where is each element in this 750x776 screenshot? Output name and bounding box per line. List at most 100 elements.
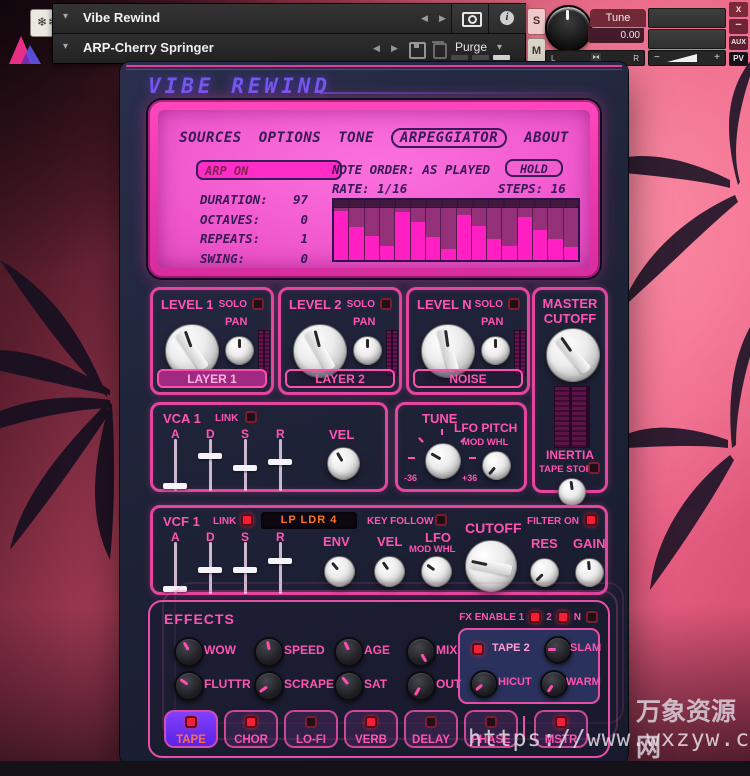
- vca-link-checkbox[interactable]: [245, 411, 257, 423]
- note-order-row[interactable]: NOTE ORDER: AS PLAYED: [332, 162, 490, 177]
- noise-button[interactable]: NOISE: [413, 369, 523, 388]
- param-octaves[interactable]: OCTAVES:0: [200, 212, 308, 232]
- rate-value[interactable]: 1/16: [377, 181, 407, 196]
- vca-decay-slider[interactable]: [198, 439, 222, 491]
- mute-button[interactable]: M: [527, 38, 546, 65]
- layer2-button[interactable]: LAYER 2: [285, 369, 395, 388]
- next-library-icon[interactable]: ▶: [439, 13, 446, 24]
- param-value[interactable]: 0: [300, 212, 308, 227]
- level2-solo-checkbox[interactable]: [380, 298, 392, 310]
- param-value[interactable]: 1: [300, 231, 308, 246]
- arp-step-column[interactable]: [457, 207, 472, 260]
- prev-library-icon[interactable]: ◀: [421, 13, 428, 24]
- arp-step-column[interactable]: [548, 207, 563, 260]
- fx-tab-chorus[interactable]: CHOR: [224, 710, 278, 748]
- arp-step-column[interactable]: [472, 207, 487, 260]
- warm-knob[interactable]: [540, 670, 568, 698]
- steps-value[interactable]: 16: [551, 181, 566, 196]
- fx-delay-checkbox[interactable]: [425, 716, 437, 728]
- fx-verb-checkbox[interactable]: [365, 716, 377, 728]
- fx-enable-2-checkbox[interactable]: [557, 611, 569, 623]
- save-snapshot-icon[interactable]: [409, 42, 426, 59]
- collapse-library-icon[interactable]: ▾: [63, 11, 68, 22]
- tape-stop-checkbox[interactable]: [588, 462, 600, 474]
- delete-snapshot-icon[interactable]: [433, 43, 447, 59]
- steps-row[interactable]: STEPS: 16: [498, 181, 566, 196]
- fx-chorus-checkbox[interactable]: [245, 716, 257, 728]
- fx-tab-lofi[interactable]: LO-FI: [284, 710, 338, 748]
- tape2-checkbox[interactable]: [472, 643, 484, 655]
- fx-tab-delay[interactable]: DELAY: [404, 710, 458, 748]
- arp-step-column[interactable]: [334, 207, 349, 260]
- age-knob[interactable]: [334, 637, 364, 667]
- layer1-button[interactable]: LAYER 1: [157, 369, 267, 388]
- param-swing[interactable]: SWING:0: [200, 251, 308, 271]
- arp-on-button[interactable]: ARP ON: [196, 160, 342, 180]
- arp-step-column[interactable]: [533, 207, 548, 260]
- arp-step-column[interactable]: [395, 207, 410, 260]
- aux-button[interactable]: AUX: [729, 36, 748, 50]
- scrape-knob[interactable]: [254, 671, 284, 701]
- master-cutoff-knob[interactable]: [546, 328, 600, 382]
- snapshot-view-button[interactable]: [451, 4, 489, 33]
- next-snapshot-icon[interactable]: ▶: [391, 43, 398, 54]
- purge-menu[interactable]: Purge: [455, 40, 487, 54]
- vca-sustain-slider[interactable]: [233, 439, 257, 491]
- fx-enable-1-checkbox[interactable]: [529, 611, 541, 623]
- tab-options[interactable]: OPTIONS: [259, 130, 322, 148]
- fx-tab-verb[interactable]: VERB: [344, 710, 398, 748]
- tab-arpeggiator[interactable]: ARPEGGIATOR: [391, 128, 507, 148]
- filter-on-checkbox[interactable]: [585, 514, 597, 526]
- slam-knob[interactable]: [544, 636, 572, 664]
- fx-tape-checkbox[interactable]: [185, 716, 197, 728]
- out-knob[interactable]: [406, 671, 436, 701]
- fx-tab-tape[interactable]: TAPE: [164, 710, 218, 748]
- arp-step-column[interactable]: [365, 207, 380, 260]
- instrument-tune-knob[interactable]: [425, 443, 461, 479]
- arp-step-column[interactable]: [426, 207, 441, 260]
- tab-about[interactable]: ABOUT: [524, 130, 569, 148]
- arp-step-column[interactable]: [487, 207, 502, 260]
- wow-knob[interactable]: [174, 637, 204, 667]
- speed-knob[interactable]: [254, 637, 284, 667]
- fx-enable-n-checkbox[interactable]: [586, 611, 598, 623]
- volume-slider[interactable]: − +: [648, 50, 726, 66]
- arp-step-column[interactable]: [518, 207, 533, 260]
- close-button[interactable]: x: [729, 2, 748, 17]
- note-order-value[interactable]: AS PLAYED: [422, 162, 490, 177]
- arp-step-column[interactable]: [564, 207, 578, 260]
- param-value[interactable]: 0: [300, 251, 308, 266]
- tune-knob[interactable]: [545, 5, 592, 52]
- sat-knob[interactable]: [334, 671, 364, 701]
- purge-dropdown-icon[interactable]: ▾: [497, 42, 502, 53]
- mix-knob[interactable]: [406, 637, 436, 667]
- vca-attack-slider[interactable]: [163, 439, 187, 491]
- tune-value[interactable]: 0.00: [588, 28, 644, 43]
- vca-vel-knob[interactable]: [327, 447, 360, 480]
- levelN-pan-knob[interactable]: [481, 336, 510, 365]
- param-value[interactable]: 97: [293, 192, 308, 207]
- collapse-instrument-icon[interactable]: ▾: [63, 41, 68, 52]
- tab-sources[interactable]: SOURCES: [179, 130, 242, 148]
- param-duration[interactable]: DURATION:97: [200, 192, 308, 212]
- info-view-button[interactable]: i: [488, 4, 526, 33]
- vcf-link-checkbox[interactable]: [241, 514, 253, 526]
- inertia-knob[interactable]: [558, 478, 586, 506]
- minimize-button[interactable]: −: [729, 19, 748, 34]
- fx-lofi-checkbox[interactable]: [305, 716, 317, 728]
- hicut-knob[interactable]: [470, 670, 498, 698]
- flutter-knob[interactable]: [174, 671, 204, 701]
- arp-step-column[interactable]: [441, 207, 456, 260]
- arp-step-graph[interactable]: [332, 198, 580, 262]
- prev-snapshot-icon[interactable]: ◀: [373, 43, 380, 54]
- vca-release-slider[interactable]: [268, 439, 292, 491]
- key-follow-checkbox[interactable]: [435, 514, 447, 526]
- levelN-solo-checkbox[interactable]: [508, 298, 520, 310]
- param-repeats[interactable]: REPEATS:1: [200, 231, 308, 251]
- pv-button[interactable]: PV: [729, 52, 748, 66]
- tab-tone[interactable]: TONE: [338, 130, 374, 148]
- rate-row[interactable]: RATE: 1/16: [332, 181, 407, 196]
- hold-button[interactable]: HOLD: [505, 159, 563, 177]
- arp-step-column[interactable]: [349, 207, 364, 260]
- filter-type-display[interactable]: LP LDR 4: [261, 512, 357, 529]
